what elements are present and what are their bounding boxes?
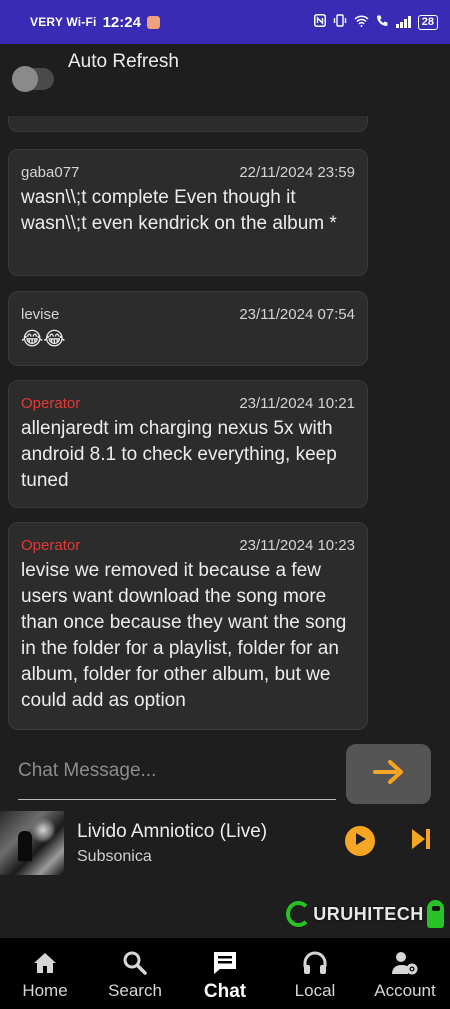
message-username-operator: Operator — [21, 537, 81, 554]
track-artist: Subsonica — [77, 848, 152, 865]
toggle-knob — [12, 66, 38, 92]
message-card: Operator 23/11/2024 10:21 allenjaredt im… — [8, 380, 368, 508]
message-text: levise we removed it because a few users… — [21, 560, 347, 711]
call-icon — [376, 14, 389, 30]
message-timestamp: 23/11/2024 07:54 — [239, 306, 355, 323]
nfc-icon — [313, 14, 326, 30]
nav-local[interactable]: Local — [270, 938, 360, 1009]
home-icon — [30, 948, 60, 978]
signal-icon — [395, 16, 411, 28]
nav-label: Search — [108, 981, 162, 1000]
battery-indicator: 28 — [417, 14, 438, 30]
bottom-navigation: Home Search Chat Local Account — [0, 938, 450, 1009]
message-username: gaba077 — [21, 164, 80, 181]
chat-message-list[interactable]: gaba077 22/11/2024 23:59 wasn\\;t comple… — [0, 116, 450, 736]
message-username-operator: Operator — [21, 395, 81, 412]
play-button[interactable] — [345, 826, 375, 856]
vibrate-icon — [333, 14, 347, 30]
wifi-icon — [354, 14, 369, 30]
skip-next-icon — [410, 827, 432, 856]
watermark-mascot-icon — [426, 900, 444, 928]
send-button[interactable] — [346, 744, 431, 804]
skip-next-button[interactable] — [409, 828, 433, 854]
chat-input-container — [18, 746, 336, 800]
chat-message-input[interactable] — [18, 746, 336, 796]
headphones-icon — [300, 948, 330, 978]
status-time: 12:24 — [102, 13, 141, 31]
nav-account[interactable]: Account — [360, 938, 450, 1009]
send-icon — [372, 758, 405, 791]
nav-label: Local — [294, 981, 336, 1000]
message-username: levise — [21, 306, 60, 323]
message-card-partial — [8, 116, 368, 132]
nav-label: Chat — [203, 981, 247, 1002]
message-timestamp: 22/11/2024 23:59 — [239, 164, 355, 181]
watermark-logo: URUHITECH — [286, 896, 444, 932]
album-art[interactable] — [0, 811, 64, 875]
message-text: wasn\\;t complete Even though it wasn\\;… — [21, 187, 337, 234]
nav-home[interactable]: Home — [0, 938, 90, 1009]
chat-icon — [210, 948, 240, 978]
watermark-text: URUHITECH — [313, 903, 424, 924]
watermark-g-icon — [286, 901, 312, 927]
mini-player[interactable]: Livido Amniotico (Live) Subsonica — [0, 806, 450, 878]
nav-label: Account — [374, 981, 436, 1000]
search-icon — [120, 948, 150, 978]
message-timestamp: 23/11/2024 10:23 — [239, 537, 355, 554]
account-settings-icon — [390, 948, 420, 978]
notification-app-icon — [146, 15, 160, 29]
message-text: 😂😂 — [21, 329, 66, 350]
track-title: Livido Amniotico (Live) — [77, 821, 268, 842]
carrier-label: VERY Wi-Fi — [30, 15, 97, 29]
auto-refresh-toggle[interactable] — [12, 66, 54, 92]
message-timestamp: 23/11/2024 10:21 — [239, 395, 355, 412]
play-icon — [353, 832, 367, 851]
nav-chat[interactable]: Chat — [180, 938, 270, 1009]
auto-refresh-label: Auto Refresh — [68, 51, 179, 72]
nav-search[interactable]: Search — [90, 938, 180, 1009]
message-card: gaba077 22/11/2024 23:59 wasn\\;t comple… — [8, 149, 368, 276]
nav-label: Home — [22, 981, 68, 1000]
message-text: allenjaredt im charging nexus 5x with an… — [21, 418, 337, 491]
message-card: levise 23/11/2024 07:54 😂😂 — [8, 291, 368, 366]
message-card: Operator 23/11/2024 10:23 levise we remo… — [8, 522, 368, 730]
status-bar: VERY Wi-Fi 12:24 28 — [0, 0, 450, 44]
